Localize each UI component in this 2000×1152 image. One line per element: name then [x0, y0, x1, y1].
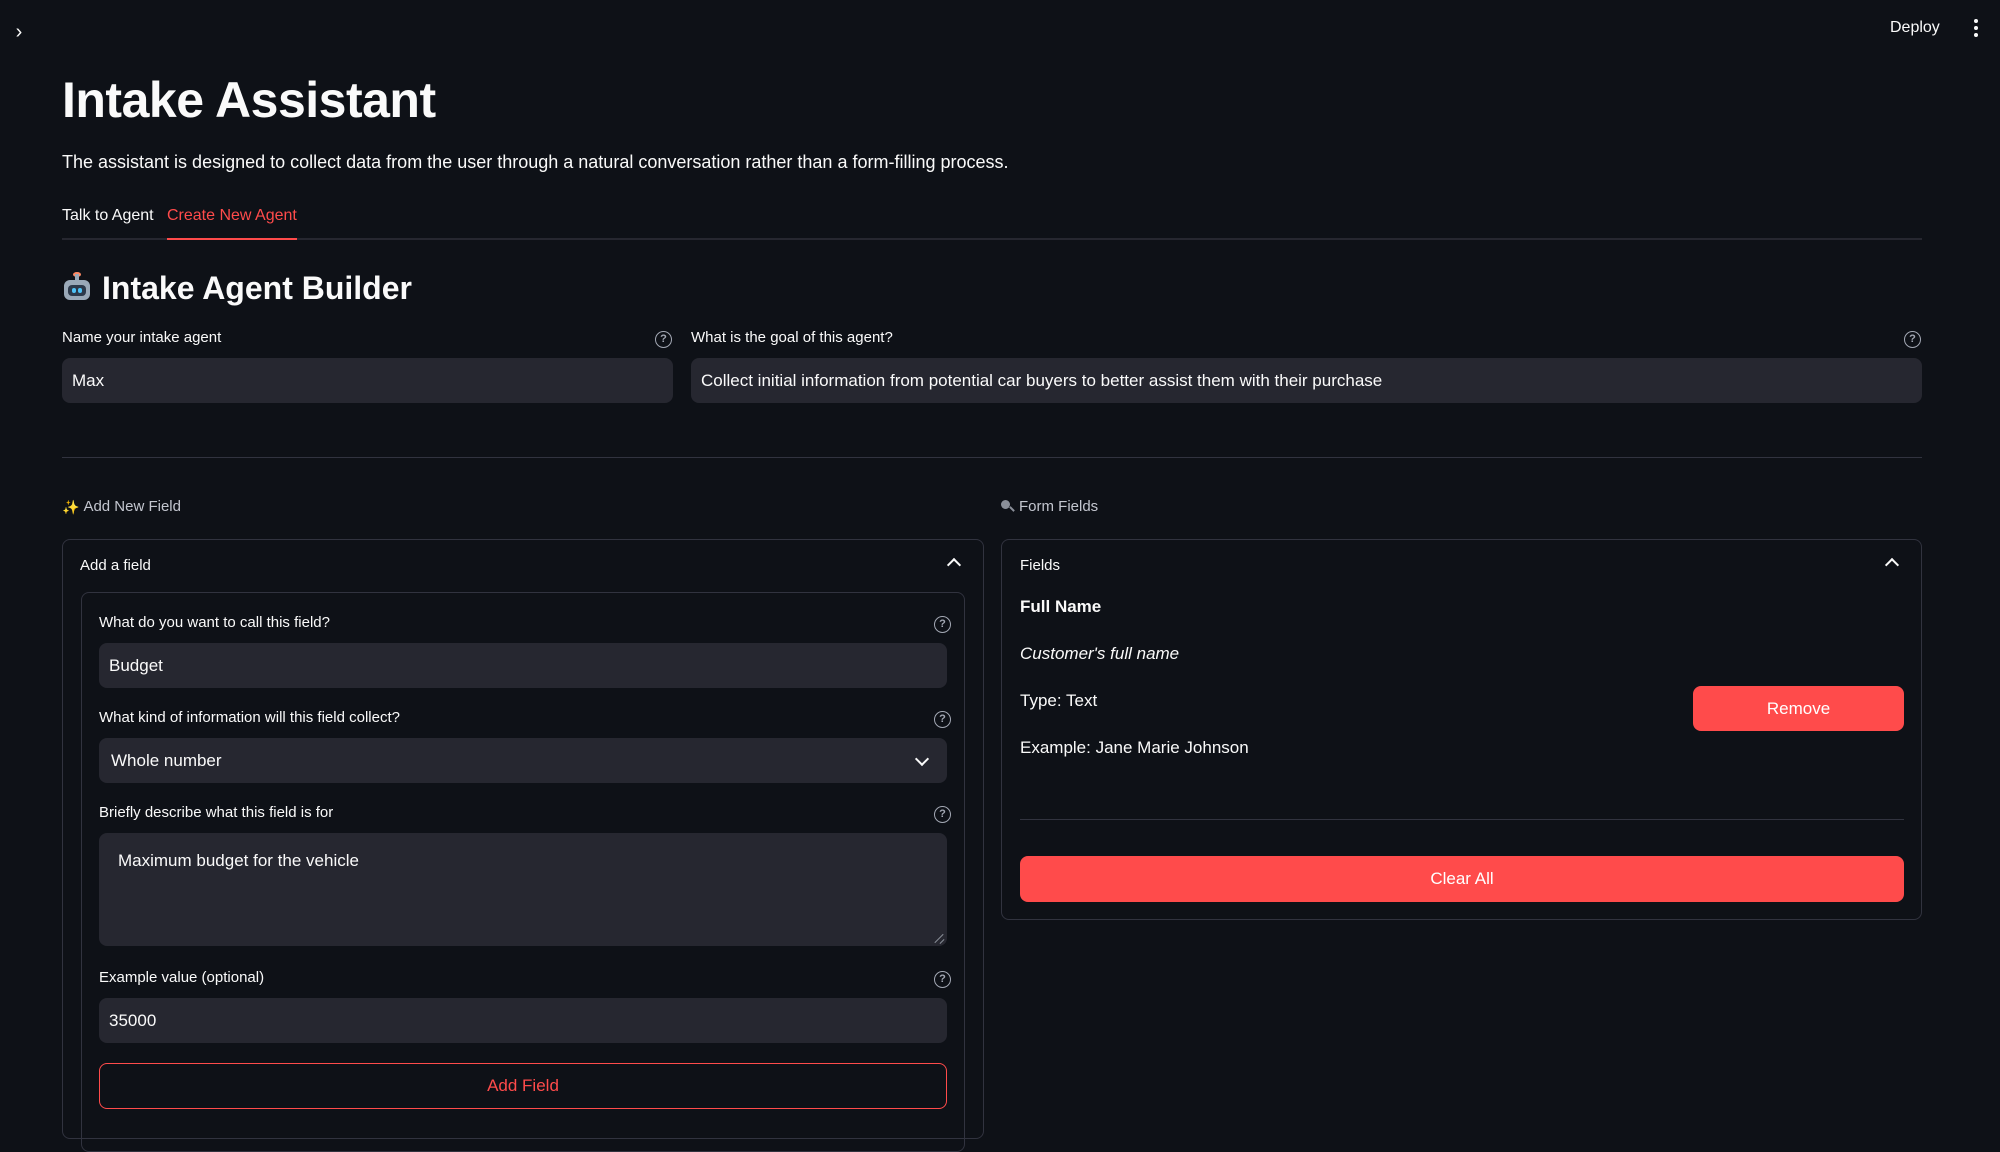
field-type-select[interactable]: Whole number [99, 738, 947, 783]
fields-expander-title: Fields [1020, 557, 1061, 574]
example-value-input[interactable]: 35000 [99, 998, 947, 1043]
tab-talk-to-agent[interactable]: Talk to Agent [62, 202, 154, 238]
field-type-label: What kind of information will this field… [99, 709, 400, 726]
help-circle-icon[interactable]: ? [934, 711, 951, 728]
add-new-field-caption: ✨ Add New Field [62, 497, 181, 517]
help-circle-icon[interactable]: ? [934, 806, 951, 823]
tab-bar: Talk to Agent Create New Agent [62, 202, 1922, 240]
builder-heading: Intake Agent Builder [62, 268, 412, 308]
example-value-label: Example value (optional) [99, 969, 265, 986]
field-type: Type: Text [1020, 691, 1098, 710]
clear-all-button[interactable]: Clear All [1020, 856, 1904, 902]
agent-name-input[interactable]: Max [62, 358, 673, 403]
chevron-down-icon[interactable] [914, 751, 930, 767]
add-field-expander: Add a field What do you want to call thi… [62, 539, 984, 1152]
help-circle-icon[interactable]: ? [934, 971, 951, 988]
add-field-form: What do you want to call this field? ? B… [81, 592, 965, 1152]
fields-divider [1020, 819, 1904, 820]
help-circle-icon[interactable]: ? [1904, 331, 1921, 348]
help-circle-icon[interactable]: ? [934, 616, 951, 633]
field-description-value: Maximum budget for the vehicle [118, 851, 359, 870]
page-subtitle: The assistant is designed to collect dat… [62, 152, 1009, 172]
resize-handle-icon[interactable] [934, 933, 944, 943]
add-field-expander-title: Add a field [80, 557, 151, 574]
field-type-selected: Whole number [111, 750, 222, 770]
add-field-button[interactable]: Add Field [99, 1063, 947, 1109]
main-content: Intake Assistant The assistant is design… [62, 0, 1922, 1152]
add-new-field-caption-text: Add New Field [83, 498, 181, 515]
tab-create-new-agent[interactable]: Create New Agent [167, 202, 297, 240]
chevron-up-icon[interactable] [946, 557, 962, 573]
field-name: Full Name [1020, 597, 1102, 616]
form-fields-caption-text: Form Fields [1019, 498, 1099, 515]
agent-goal-input[interactable]: Collect initial information from potenti… [691, 358, 1922, 403]
field-example: Example: Jane Marie Johnson [1020, 738, 1249, 757]
agent-name-label: Name your intake agent [62, 329, 222, 346]
help-circle-icon[interactable]: ? [655, 331, 672, 348]
section-divider [62, 457, 1922, 458]
fields-expander-header[interactable]: Fields [1002, 540, 1921, 592]
field-description-textarea[interactable]: Maximum budget for the vehicle [99, 833, 947, 946]
add-field-expander-header[interactable]: Add a field [63, 540, 983, 592]
magnifying-glass-icon [1001, 500, 1015, 514]
builder-heading-text: Intake Agent Builder [102, 270, 412, 306]
field-description-label: Briefly describe what this field is for [99, 804, 334, 821]
field-name-label: What do you want to call this field? [99, 614, 330, 631]
chevron-right-icon[interactable]: › [10, 20, 28, 44]
sparkles-icon: ✨ [62, 499, 80, 515]
form-fields-caption: Form Fields [1001, 497, 1098, 517]
more-vertical-icon[interactable] [1968, 16, 1984, 40]
agent-goal-label: What is the goal of this agent? [691, 329, 893, 346]
remove-field-button[interactable]: Remove [1693, 686, 1904, 731]
page-title: Intake Assistant [62, 72, 436, 128]
field-name-input[interactable]: Budget [99, 643, 947, 688]
chevron-up-icon[interactable] [1884, 557, 1900, 573]
robot-icon [62, 272, 92, 304]
fields-expander: Fields Full Name Customer's full name Ty… [1001, 539, 1922, 920]
field-description: Customer's full name [1020, 644, 1180, 663]
